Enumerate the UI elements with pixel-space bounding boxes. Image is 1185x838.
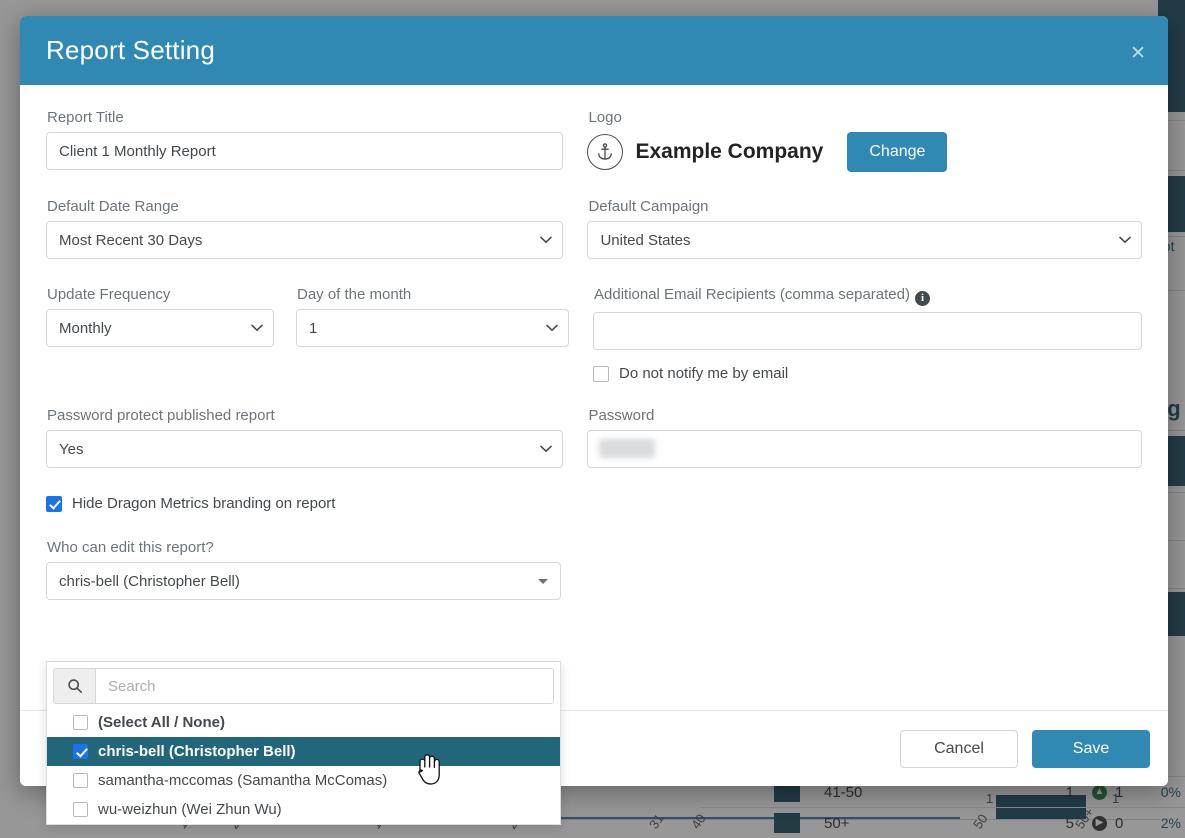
anchor-icon — [587, 134, 623, 170]
day-of-month-select[interactable]: 1 — [296, 309, 569, 347]
report-title-label: Report Title — [47, 109, 563, 126]
logo-row: Example Company Change — [587, 132, 1142, 172]
dropdown-search-input[interactable] — [96, 669, 553, 703]
additional-email-label-text: Additional Email Recipients (comma separ… — [594, 286, 910, 303]
form-row-range-campaign: Default Date Range Most Recent 30 Days D… — [46, 198, 1142, 259]
additional-email-input[interactable] — [593, 312, 1142, 350]
default-date-range-group: Default Date Range Most Recent 30 Days — [46, 198, 563, 259]
dropdown-search-row — [53, 668, 554, 704]
password-input[interactable] — [587, 430, 1142, 468]
password-protect-group: Password protect published report Yes — [46, 407, 563, 468]
hide-branding-row[interactable]: Hide Dragon Metrics branding on report — [46, 495, 1142, 512]
dropdown-option-samantha-mccomas[interactable]: samantha-mccomas (Samantha McComas) — [47, 766, 560, 795]
update-frequency-label: Update Frequency — [47, 286, 274, 303]
option-label: samantha-mccomas (Samantha McComas) — [98, 772, 387, 789]
dropdown-option-chris-bell[interactable]: chris-bell (Christopher Bell) — [47, 737, 560, 766]
cancel-button[interactable]: Cancel — [900, 730, 1018, 768]
dialog-body: Report Title Logo Example Company — [20, 85, 1168, 710]
report-title-input[interactable] — [46, 132, 563, 170]
default-campaign-select[interactable]: United States — [587, 221, 1142, 259]
option-label: (Select All / None) — [98, 714, 225, 731]
do-not-notify-label: Do not notify me by email — [619, 365, 788, 382]
update-frequency-group: Update Frequency Monthly — [46, 286, 274, 382]
additional-email-group: Additional Email Recipients (comma separ… — [593, 286, 1142, 382]
form-row-title-logo: Report Title Logo Example Company — [46, 109, 1142, 172]
option-label: wu-weizhun (Wei Zhun Wu) — [98, 801, 282, 818]
update-frequency-select[interactable]: Monthly — [46, 309, 274, 347]
password-protect-label: Password protect published report — [47, 407, 563, 424]
hide-branding-label: Hide Dragon Metrics branding on report — [72, 495, 335, 512]
who-can-edit-value: chris-bell (Christopher Bell) — [59, 573, 240, 590]
dropdown-option-select-all[interactable]: (Select All / None) — [47, 708, 560, 737]
report-title-group: Report Title — [46, 109, 563, 172]
logo-group: Logo Example Company Change — [587, 109, 1142, 172]
day-of-month-label: Day of the month — [297, 286, 569, 303]
option-checkbox[interactable] — [73, 715, 88, 730]
form-row-password: Password protect published report Yes Pa… — [46, 407, 1142, 468]
option-checkbox[interactable] — [73, 802, 88, 817]
additional-email-label: Additional Email Recipients (comma separ… — [594, 286, 1142, 306]
logo-company-name: Example Company — [635, 140, 823, 164]
default-campaign-label: Default Campaign — [588, 198, 1142, 215]
close-icon[interactable]: ✕ — [1126, 42, 1150, 65]
default-date-range-label: Default Date Range — [47, 198, 563, 215]
who-can-edit-group: Who can edit this report? chris-bell (Ch… — [46, 539, 1142, 600]
option-checkbox[interactable] — [73, 744, 88, 759]
search-icon — [54, 669, 96, 703]
day-of-month-group: Day of the month 1 — [296, 286, 569, 382]
logo-label: Logo — [588, 109, 1142, 126]
default-date-range-select[interactable]: Most Recent 30 Days — [46, 221, 563, 259]
dropdown-option-wu-weizhun[interactable]: wu-weizhun (Wei Zhun Wu) — [47, 795, 560, 824]
option-checkbox[interactable] — [73, 773, 88, 788]
password-group: Password — [587, 407, 1142, 468]
info-icon[interactable]: i — [915, 291, 930, 306]
report-setting-dialog: Report Setting ✕ Report Title Logo — [20, 16, 1168, 786]
default-campaign-group: Default Campaign United States — [587, 198, 1142, 259]
form-row-frequency-email: Update Frequency Monthly Day of the mont… — [46, 286, 1142, 382]
who-can-edit-dropdown-panel: (Select All / None) chris-bell (Christop… — [46, 661, 561, 825]
password-protect-select[interactable]: Yes — [46, 430, 563, 468]
password-label: Password — [588, 407, 1142, 424]
hide-branding-checkbox[interactable] — [46, 496, 62, 512]
do-not-notify-row[interactable]: Do not notify me by email — [593, 365, 1142, 382]
change-logo-button[interactable]: Change — [847, 132, 947, 172]
option-label: chris-bell (Christopher Bell) — [98, 743, 296, 760]
who-can-edit-label: Who can edit this report? — [47, 539, 1142, 556]
save-button[interactable]: Save — [1032, 730, 1150, 768]
do-not-notify-checkbox[interactable] — [593, 366, 609, 382]
dialog-header: Report Setting ✕ — [20, 16, 1168, 85]
who-can-edit-dropdown[interactable]: chris-bell (Christopher Bell) — [46, 562, 561, 600]
frequency-day-group: Update Frequency Monthly Day of the mont… — [46, 286, 569, 382]
dialog-title: Report Setting — [46, 35, 215, 66]
caret-down-icon — [538, 579, 548, 584]
password-redaction — [599, 439, 655, 458]
